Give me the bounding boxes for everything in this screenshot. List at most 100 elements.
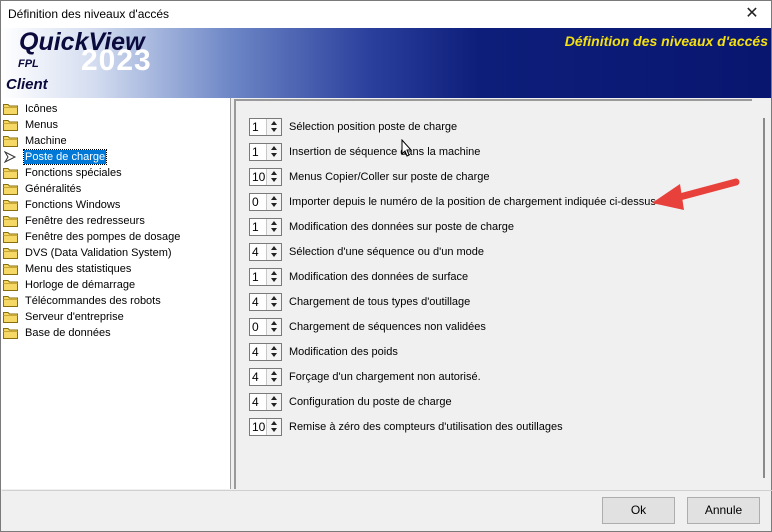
spinner-down-icon[interactable] (267, 127, 281, 135)
level-value[interactable]: 4 (252, 345, 259, 359)
spinner-down-icon[interactable] (267, 377, 281, 385)
spinner-down-icon[interactable] (267, 202, 281, 210)
tree-item[interactable]: Menus (3, 117, 229, 133)
level-value[interactable]: 4 (252, 395, 259, 409)
spinner-down-icon[interactable] (267, 277, 281, 285)
footer-divider (2, 490, 772, 491)
level-spinner[interactable]: 1 (249, 143, 282, 161)
tree-item[interactable]: Serveur d'entreprise (3, 309, 229, 325)
level-value[interactable]: 0 (252, 320, 259, 334)
spinner-up-icon[interactable] (267, 394, 281, 402)
tree-item-label: DVS (Data Validation System) (25, 247, 172, 259)
level-value[interactable]: 4 (252, 295, 259, 309)
level-spinner[interactable]: 10 (249, 418, 282, 436)
spinner-up-icon[interactable] (267, 344, 281, 352)
level-spinner[interactable]: 0 (249, 193, 282, 211)
level-spinner[interactable]: 1 (249, 268, 282, 286)
setting-label: Chargement de séquences non validées (289, 321, 486, 333)
spinner-up-icon[interactable] (267, 319, 281, 327)
level-spinner[interactable]: 4 (249, 368, 282, 386)
close-icon[interactable]: ✕ (743, 4, 761, 24)
tree-item-label: Poste de charge (22, 149, 108, 165)
tree-item[interactable]: Icônes (3, 101, 229, 117)
setting-label: Modification des données de surface (289, 271, 469, 283)
category-tree: Icônes Menus Machine Poste de charge Fonctio… (1, 98, 231, 489)
level-value[interactable]: 1 (252, 120, 259, 134)
level-value[interactable]: 4 (252, 370, 259, 384)
spinner-up-icon[interactable] (267, 294, 281, 302)
spinner-up-icon[interactable] (267, 169, 281, 177)
spinner-up-icon[interactable] (267, 269, 281, 277)
tree-item[interactable]: Fonctions Windows (3, 197, 229, 213)
tree-item[interactable]: DVS (Data Validation System) (3, 245, 229, 261)
level-spinner[interactable]: 0 (249, 318, 282, 336)
app-year: 2023 (81, 44, 152, 77)
spinner-down-icon[interactable] (267, 427, 281, 435)
tree-item-label: Fonctions Windows (25, 199, 121, 211)
folder-icon (3, 327, 18, 339)
level-value[interactable]: 1 (252, 145, 259, 159)
spinner-up-icon[interactable] (267, 144, 281, 152)
level-spinner[interactable]: 1 (249, 118, 282, 136)
setting-label: Modification des poids (289, 346, 398, 358)
setting-label: Configuration du poste de charge (289, 396, 452, 408)
tree-item[interactable]: Machine (3, 133, 229, 149)
spinner-buttons (266, 144, 281, 160)
folder-icon (3, 263, 18, 275)
folder-icon (3, 199, 18, 211)
spinner-up-icon[interactable] (267, 419, 281, 427)
tree-item[interactable]: Généralités (3, 181, 229, 197)
spinner-up-icon[interactable] (267, 244, 281, 252)
spinner-down-icon[interactable] (267, 402, 281, 410)
tree-item[interactable]: Base de données (3, 325, 229, 341)
level-spinner[interactable]: 10 (249, 168, 282, 186)
spinner-down-icon[interactable] (267, 352, 281, 360)
level-value[interactable]: 4 (252, 245, 259, 259)
spinner-buttons (266, 169, 281, 185)
tree-item[interactable]: Poste de charge (3, 149, 229, 165)
vertical-scrollbar[interactable] (752, 99, 770, 489)
spinner-up-icon[interactable] (267, 119, 281, 127)
spinner-down-icon[interactable] (267, 302, 281, 310)
ok-button[interactable]: Ok (602, 497, 675, 524)
title-bar: Définition des niveaux d'accés ✕ (1, 1, 771, 28)
level-value[interactable]: 10 (252, 170, 265, 184)
level-spinner[interactable]: 4 (249, 243, 282, 261)
app-fpl: FPL (18, 58, 39, 70)
tree-item[interactable]: Télécommandes des robots (3, 293, 229, 309)
level-value[interactable]: 1 (252, 220, 259, 234)
spinner-up-icon[interactable] (267, 194, 281, 202)
tree-item[interactable]: Fonctions spéciales (3, 165, 229, 181)
spinner-up-icon[interactable] (267, 369, 281, 377)
level-value[interactable]: 0 (252, 195, 259, 209)
folder-icon (3, 247, 18, 259)
level-spinner[interactable]: 4 (249, 293, 282, 311)
spinner-up-icon[interactable] (267, 219, 281, 227)
tree-item-label: Menus (25, 119, 59, 131)
cancel-button[interactable]: Annule (687, 497, 760, 524)
arrow-pointer-icon (3, 150, 18, 164)
spinner-down-icon[interactable] (267, 177, 281, 185)
spinner-buttons (266, 194, 281, 210)
tree-item-label: Base de données (25, 327, 111, 339)
spinner-buttons (266, 269, 281, 285)
scrollbar-thumb[interactable] (763, 118, 765, 478)
folder-icon (3, 183, 18, 195)
tree-item[interactable]: Fenêtre des redresseurs (3, 213, 229, 229)
folder-icon (3, 103, 18, 115)
spinner-down-icon[interactable] (267, 227, 281, 235)
spinner-down-icon[interactable] (267, 327, 281, 335)
spinner-down-icon[interactable] (267, 152, 281, 160)
tree-item[interactable]: Menu des statistiques (3, 261, 229, 277)
level-spinner[interactable]: 4 (249, 343, 282, 361)
level-spinner[interactable]: 4 (249, 393, 282, 411)
folder-icon (3, 119, 18, 131)
setting-label: Menus Copier/Coller sur poste de charge (289, 171, 490, 183)
level-spinner[interactable]: 1 (249, 218, 282, 236)
level-value[interactable]: 10 (252, 420, 265, 434)
level-value[interactable]: 1 (252, 270, 259, 284)
tree-item[interactable]: Fenêtre des pompes de dosage (3, 229, 229, 245)
tree-item[interactable]: Horloge de démarrage (3, 277, 229, 293)
spinner-buttons (266, 219, 281, 235)
spinner-down-icon[interactable] (267, 252, 281, 260)
